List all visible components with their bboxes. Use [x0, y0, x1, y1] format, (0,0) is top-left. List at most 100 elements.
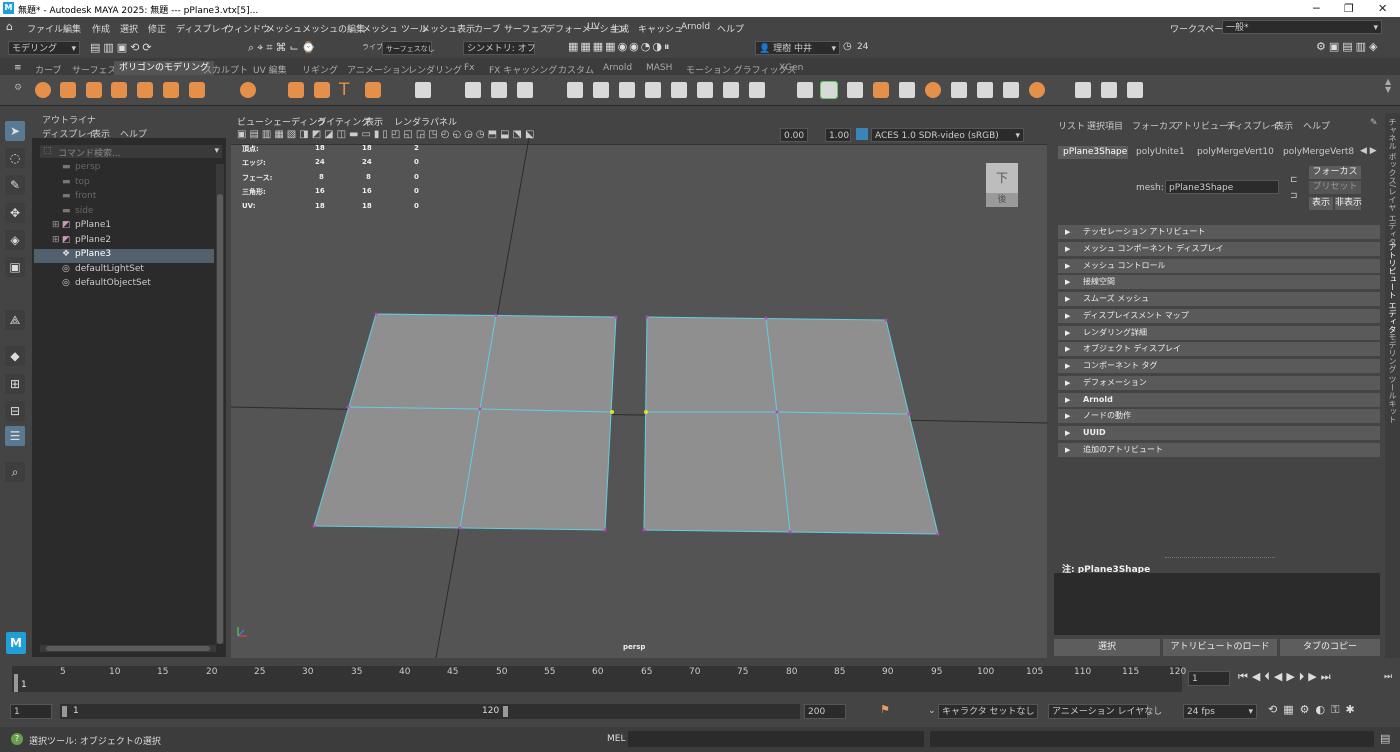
sidebar-tab-channel-box[interactable]: チャネル ボックス/レイヤ エディタ — [1387, 118, 1398, 246]
list-item[interactable]: ⊞ ◩ pPlane2 — [32, 235, 214, 249]
poly-sphere-icon[interactable] — [35, 82, 51, 98]
fill-hole-icon[interactable] — [645, 82, 661, 98]
target-weld-icon[interactable] — [797, 82, 813, 98]
menu-arnold[interactable]: Arnold — [681, 22, 710, 32]
list-item[interactable]: ⊞ ◩ pPlane1 — [32, 220, 214, 234]
viewcube-front[interactable]: 後 — [986, 193, 1018, 207]
section-extra-attributes[interactable]: ▶ 追加のアトリビュート — [1058, 443, 1380, 457]
poly-disc-icon[interactable] — [189, 82, 205, 98]
anim-start-field[interactable]: 1 — [10, 704, 52, 719]
soft-mod-icon[interactable]: ⟁ — [5, 310, 25, 330]
shelf-scroll-icon[interactable]: ▲ ▼ — [1385, 78, 1391, 94]
bridge-icon[interactable] — [593, 82, 609, 98]
rotate-tool-icon[interactable]: ◈ — [5, 230, 25, 250]
ae-tab-scroll-icon[interactable]: ◀ ▶ — [1360, 146, 1377, 156]
menu-generate[interactable]: 生成 — [611, 22, 629, 35]
menu-windows[interactable]: ウィンドウ — [225, 22, 270, 35]
section-tessellation[interactable]: ▶ テッセレーション アトリビュート — [1058, 225, 1380, 239]
ae-menu-show[interactable]: 表示 — [1275, 119, 1293, 132]
shelf-tab-mash[interactable]: MASH — [646, 63, 672, 73]
shelf-menu-icon[interactable]: ≡ — [14, 63, 22, 73]
append-icon[interactable] — [619, 82, 635, 98]
selected-vertex[interactable] — [644, 410, 648, 414]
range-slider[interactable]: 1 120 — [60, 704, 800, 719]
ae-tab-polyMergeVert8[interactable]: polyMergeVert8 — [1283, 147, 1354, 157]
select-tool-icon[interactable]: ➤ — [5, 121, 25, 141]
menu-mesh[interactable]: メッシュ — [266, 22, 302, 35]
current-time-marker[interactable] — [14, 674, 18, 692]
mode-dropdown[interactable]: モデリング ▾ — [8, 41, 80, 55]
menu-edit-mesh[interactable]: メッシュの編集 — [302, 22, 365, 35]
ae-tab-polyMergeVert10[interactable]: polyMergeVert10 — [1197, 147, 1274, 157]
workspace-dropdown[interactable]: 一般* ▾ — [1222, 20, 1382, 34]
anim-end-field[interactable]: 200 — [804, 704, 846, 719]
file-tools-icons[interactable]: ▤▥▣⟲⟳ — [90, 41, 185, 55]
range-tools-icons[interactable]: ⟲▦⚙◐⚿✱ — [1268, 703, 1398, 719]
super-shape-icon[interactable] — [288, 82, 304, 98]
boolean-icon[interactable] — [873, 82, 889, 98]
move-tool-icon[interactable]: ✥ — [5, 203, 25, 223]
menu-mesh-tools[interactable]: メッシュ ツール — [362, 22, 428, 35]
platonic-icon[interactable] — [240, 82, 256, 98]
menu-edit[interactable]: 編集 — [63, 22, 81, 35]
poly-torus-icon[interactable] — [137, 82, 153, 98]
minimize-icon[interactable]: ─ — [1313, 2, 1320, 15]
select-button[interactable]: 選択 — [1054, 639, 1160, 656]
cleanup-icon[interactable] — [1003, 82, 1019, 98]
ae-menu-help[interactable]: ヘルプ — [1303, 119, 1330, 132]
poly-cylinder-icon[interactable] — [86, 82, 102, 98]
ae-menu-selected[interactable]: 選択項目 — [1087, 119, 1123, 132]
viewcube[interactable]: 下 — [986, 163, 1018, 193]
list-item[interactable]: ▬ persp — [32, 162, 214, 176]
section-render-stats[interactable]: ▶ レンダリング詳細 — [1058, 326, 1380, 340]
menu-create[interactable]: 作成 — [92, 22, 110, 35]
smooth-proxy-icon[interactable] — [925, 82, 941, 98]
section-component-tags[interactable]: ▶ コンポーネント タグ — [1058, 359, 1380, 373]
pencil-icon[interactable] — [1075, 82, 1091, 98]
list-item[interactable]: ◎ defaultObjectSet — [32, 278, 214, 292]
playback-options-icon[interactable]: ⏭ — [1384, 672, 1392, 682]
smooth-icon[interactable] — [517, 82, 533, 98]
paint-select-icon[interactable]: ✎ — [5, 175, 25, 195]
bevel-tool-icon[interactable] — [415, 82, 431, 98]
separate-icon[interactable] — [491, 82, 507, 98]
expand-icon[interactable]: ⊞ — [52, 220, 60, 230]
poly-cone-icon[interactable] — [111, 82, 127, 98]
selected-vertex[interactable] — [610, 410, 614, 414]
search-icon[interactable]: ⌕ — [5, 462, 25, 482]
sidebar-tab-attribute-editor[interactable]: アトリビュート エディタ — [1387, 243, 1398, 334]
section-deformation[interactable]: ▶ デフォメーション — [1058, 376, 1380, 390]
current-frame-field[interactable]: 1 — [1188, 671, 1230, 686]
shelf-tab-poly-modeling[interactable]: ポリゴンのモデリング — [114, 61, 215, 75]
menu-modify[interactable]: 修正 — [148, 22, 166, 35]
menu-curves[interactable]: カーブ — [474, 22, 500, 35]
viewport-panel[interactable]: ビュー シェーディング ライティング 表示 レンダラ パネル ▣▤▥▦▧◨◩◪◫… — [231, 113, 1047, 658]
list-item[interactable]: ◎ defaultLightSet — [32, 264, 214, 278]
type-icon[interactable]: T — [339, 80, 349, 100]
menu-display[interactable]: ディスプレイ — [176, 22, 229, 35]
ae-menu-focus[interactable]: フォーカス — [1132, 119, 1177, 132]
ae-tab-polyUnite1[interactable]: polyUnite1 — [1136, 147, 1185, 157]
playback-controls[interactable]: ⏮◀⏴◀▶⏵▶⏭ — [1238, 670, 1363, 686]
ae-tab-pPlane3Shape[interactable]: pPlane3Shape — [1058, 146, 1128, 159]
reduce-icon[interactable] — [899, 82, 915, 98]
transfer-icon[interactable] — [1101, 82, 1117, 98]
outliner-vscrollbar[interactable] — [216, 164, 224, 644]
maximize-icon[interactable]: ❐ — [1344, 2, 1354, 15]
sculpt-icon[interactable] — [1029, 82, 1045, 98]
triangulate-icon[interactable] — [951, 82, 967, 98]
menu-file[interactable]: ファイル — [27, 22, 63, 35]
script-language-label[interactable]: MEL — [607, 734, 625, 744]
auto-key-icon[interactable]: ⚑ — [880, 703, 890, 716]
copy-tab-button[interactable]: タブのコピー — [1280, 639, 1380, 656]
section-node-behavior[interactable]: ▶ ノードの動作 — [1058, 409, 1380, 423]
list-item[interactable]: ❖ pPlane3 — [34, 249, 214, 263]
mesh-name-field[interactable]: pPlane3Shape — [1165, 180, 1279, 194]
shelf-tab-arnold[interactable]: Arnold — [603, 63, 632, 73]
close-icon[interactable]: ✕ — [1378, 2, 1387, 15]
symmetry-dropdown[interactable]: シンメトリ: オフ — [463, 41, 536, 55]
anim-layer-dropdown[interactable]: アニメーション レイヤなし — [1048, 704, 1162, 719]
ae-menu-list[interactable]: リスト — [1058, 119, 1085, 132]
range-start-handle[interactable] — [62, 706, 67, 717]
command-input[interactable] — [628, 731, 924, 747]
